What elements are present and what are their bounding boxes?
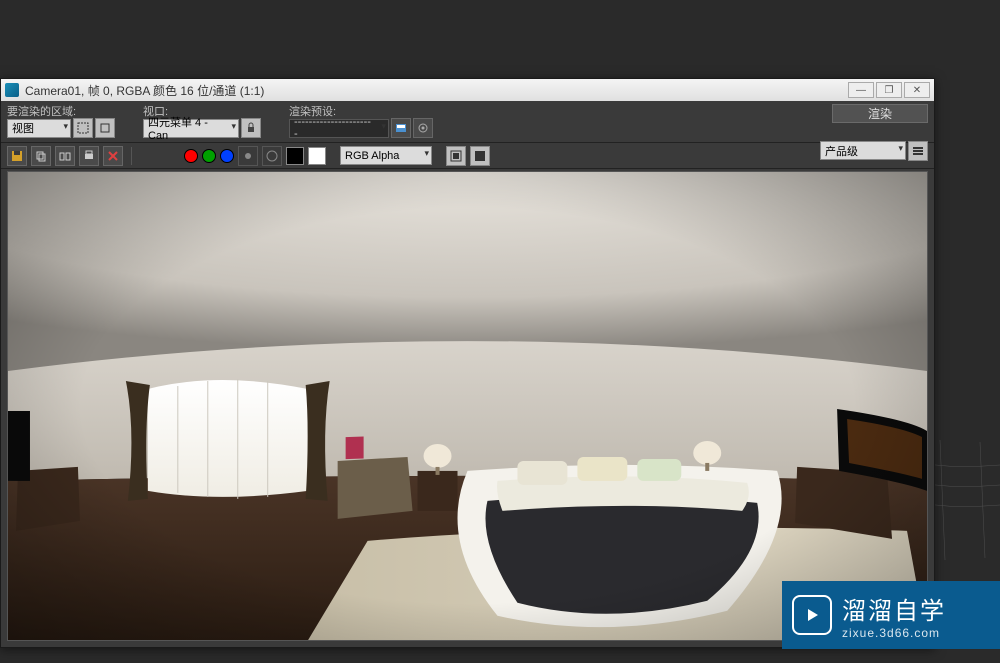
watermark-brand: 溜溜自学 [842,591,946,626]
app-icon [5,83,19,97]
channel-dropdown[interactable]: RGB Alpha [340,146,432,165]
lock-icon[interactable] [241,118,261,138]
red-channel-dot[interactable] [184,149,198,163]
toolbar-secondary: RGB Alpha [1,143,934,169]
maximize-button[interactable]: ❐ [876,82,902,98]
region-crop-icon[interactable] [95,118,115,138]
toolbar-primary: 要渲染的区域: 视图 视口: 四元菜单 4 - Can 渲染预设: [1,101,934,143]
preset-load-icon[interactable] [391,118,411,138]
clone-icon[interactable] [55,146,75,166]
overlay-a-icon[interactable] [446,146,466,166]
window-title: Camera01, 帧 0, RGBA 颜色 16 位/通道 (1:1) [25,82,848,99]
region-edit-icon[interactable] [73,118,93,138]
product-dropdown[interactable]: 产品级 [820,141,906,160]
swatch-white[interactable] [308,147,326,165]
mono-icon[interactable] [262,146,282,166]
preset-dropdown[interactable]: ---------------------- [289,119,389,138]
preset-label: 渲染预设: [289,103,433,117]
watermark-url: zixue.3d66.com [842,626,946,640]
render-image [8,172,927,640]
blue-channel-dot[interactable] [220,149,234,163]
play-icon [792,595,832,635]
close-button[interactable]: ✕ [904,82,930,98]
area-dropdown[interactable]: 视图 [7,119,71,138]
separator [131,147,132,165]
preset-options-icon[interactable] [908,141,928,161]
delete-icon[interactable] [103,146,123,166]
watermark-badge: 溜溜自学 zixue.3d66.com [782,581,1000,649]
copy-icon[interactable] [31,146,51,166]
save-icon[interactable] [7,146,27,166]
render-window: Camera01, 帧 0, RGBA 颜色 16 位/通道 (1:1) — ❐… [0,78,935,648]
render-setup-icon[interactable] [413,118,433,138]
green-channel-dot[interactable] [202,149,216,163]
print-icon[interactable] [79,146,99,166]
render-button[interactable]: 渲染 [832,104,928,123]
area-label: 要渲染的区域: [7,103,115,117]
alpha-icon[interactable] [238,146,258,166]
viewport-dropdown[interactable]: 四元菜单 4 - Can [143,119,239,138]
overlay-b-icon[interactable] [470,146,490,166]
swatch-black[interactable] [286,147,304,165]
minimize-button[interactable]: — [848,82,874,98]
render-output[interactable] [7,171,928,641]
titlebar[interactable]: Camera01, 帧 0, RGBA 颜色 16 位/通道 (1:1) — ❐… [1,79,934,101]
